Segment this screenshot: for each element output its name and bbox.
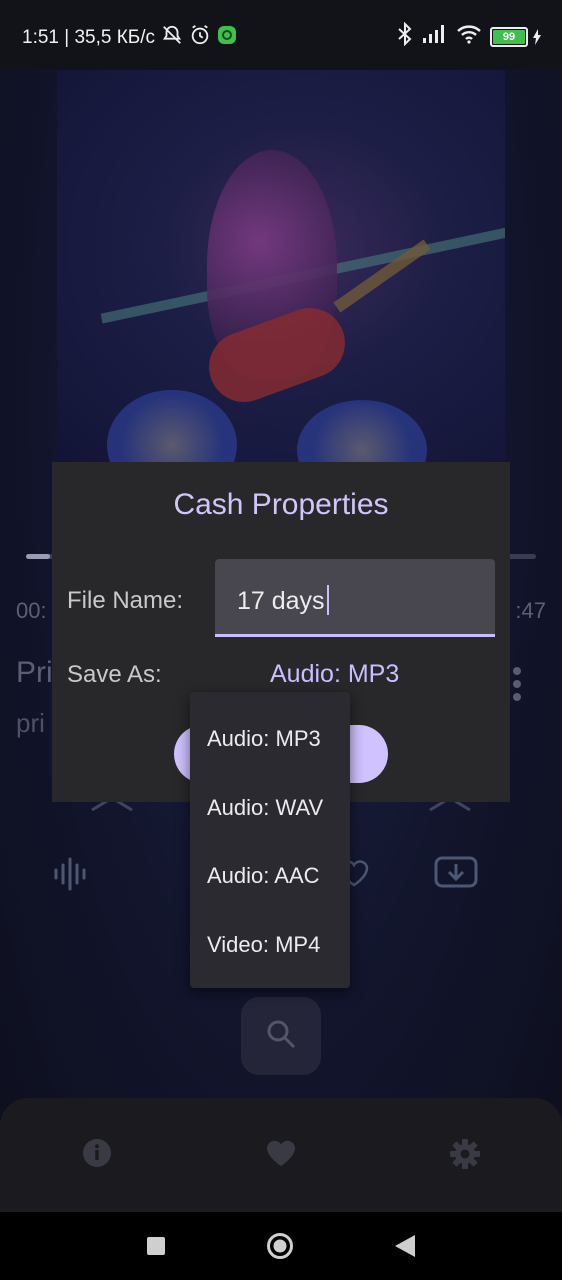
alarm-icon xyxy=(189,24,211,52)
equalizer-icon[interactable] xyxy=(52,856,88,897)
status-left: 1:51 | 35,5 КБ/с xyxy=(22,24,237,52)
battery-level: 99 xyxy=(502,30,516,43)
track-artist: pri xyxy=(16,708,45,738)
status-time-speed: 1:51 | 35,5 КБ/с xyxy=(22,27,156,48)
text-cursor xyxy=(326,585,329,615)
home-icon[interactable] xyxy=(266,1232,294,1265)
file-name-label: File Name: xyxy=(67,587,184,614)
duration-time: :47 xyxy=(515,598,546,623)
album-art xyxy=(57,70,505,462)
search-icon xyxy=(265,1018,297,1055)
settings-icon[interactable] xyxy=(449,1138,481,1175)
menu-item-aac[interactable]: Audio: AAC xyxy=(207,863,320,889)
menu-item-mp4[interactable]: Video: MP4 xyxy=(207,932,320,958)
bell-off-icon xyxy=(161,24,183,52)
save-as-select[interactable]: Audio: MP3 xyxy=(270,660,399,689)
file-name-value-wrap: 17 days xyxy=(237,585,329,616)
elapsed-time: 00: xyxy=(16,598,47,623)
file-name-value: 17 days xyxy=(237,587,325,615)
wifi-icon xyxy=(456,24,482,49)
system-navigation-bar xyxy=(0,1212,562,1280)
save-as-label: Save As: xyxy=(67,661,162,688)
app-notification-icon xyxy=(217,25,237,51)
file-name-field[interactable]: 17 days xyxy=(215,559,495,637)
search-button[interactable] xyxy=(241,997,321,1075)
status-right: 99 xyxy=(396,21,542,51)
info-icon[interactable] xyxy=(82,1138,112,1173)
bottom-navigation xyxy=(0,1098,562,1212)
status-bar: 1:51 | 35,5 КБ/с 99 xyxy=(0,0,562,70)
dialog-title: Cash Properties xyxy=(173,488,389,521)
bluetooth-icon xyxy=(396,21,414,51)
heart-icon[interactable] xyxy=(265,1138,297,1173)
download-icon[interactable] xyxy=(434,856,478,895)
signal-icon xyxy=(422,24,448,49)
save-as-dropdown-menu: Audio: MP3 Audio: WAV Audio: AAC Video: … xyxy=(190,692,350,988)
menu-item-wav[interactable]: Audio: WAV xyxy=(207,795,323,821)
more-vert-icon[interactable] xyxy=(512,666,522,702)
battery-icon: 99 xyxy=(490,26,542,47)
recents-icon[interactable] xyxy=(146,1236,166,1261)
track-title: Pri xyxy=(16,656,53,689)
back-icon[interactable] xyxy=(394,1234,416,1263)
menu-item-mp3[interactable]: Audio: MP3 xyxy=(207,726,321,752)
